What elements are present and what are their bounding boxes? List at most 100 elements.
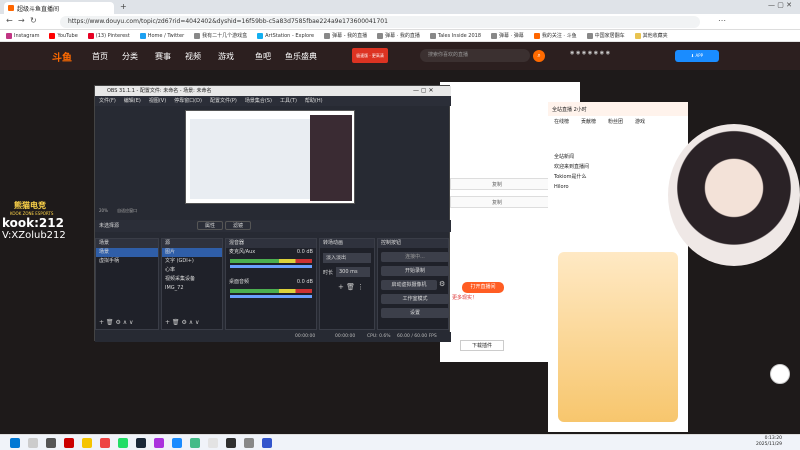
- download-plugin-button[interactable]: 下载插件: [460, 340, 504, 351]
- app-icon[interactable]: [100, 438, 110, 448]
- promo-image[interactable]: [558, 252, 678, 422]
- menu-docks[interactable]: 停靠窗口(D): [174, 96, 202, 106]
- app-icon[interactable]: [154, 438, 164, 448]
- menu-help[interactable]: 帮助(H): [305, 96, 323, 106]
- studio-mode-button[interactable]: 工作室模式: [381, 294, 449, 304]
- steam-icon[interactable]: [136, 438, 146, 448]
- customer-service-icon[interactable]: [770, 364, 790, 384]
- windows-start-icon[interactable]: [10, 438, 20, 448]
- app-icon[interactable]: [190, 438, 200, 448]
- copy-button-1[interactable]: 复制: [492, 181, 502, 188]
- copy-button-2[interactable]: 复制: [492, 199, 502, 206]
- edge-icon[interactable]: [172, 438, 182, 448]
- bookmark-item[interactable]: Home / Twitter: [139, 32, 184, 39]
- source-item[interactable]: 心率: [162, 266, 222, 275]
- scene-item[interactable]: 场景: [96, 248, 158, 257]
- artstation-icon: [257, 32, 264, 39]
- properties-button[interactable]: 属性: [197, 221, 223, 230]
- menu-profile[interactable]: 配置文件(P): [210, 96, 237, 106]
- forward-icon[interactable]: →: [18, 16, 25, 25]
- system-clock: 0:13:20 2025/11/29: [756, 436, 782, 447]
- source-item[interactable]: 视频采集设备: [162, 275, 222, 284]
- bookmark-item[interactable]: 弹幕 - 我的直播: [324, 32, 367, 39]
- bookmark-icon: [377, 32, 384, 39]
- menu-file[interactable]: 文件(F): [99, 96, 116, 106]
- nav-category[interactable]: 分类: [122, 51, 138, 62]
- window-controls-icon[interactable]: — ▢ ✕: [768, 1, 792, 9]
- transition-buttons-icon[interactable]: + 🗑 ⋮: [338, 283, 364, 291]
- obs-icon[interactable]: [226, 438, 236, 448]
- new-tab-icon[interactable]: +: [120, 2, 127, 11]
- source-item[interactable]: 图片: [162, 248, 222, 257]
- gear-icon[interactable]: ⚙: [439, 280, 445, 288]
- open-live-button[interactable]: 打开直播间: [462, 282, 504, 293]
- record-button[interactable]: 开始录制: [381, 266, 449, 276]
- nav-fishbar[interactable]: 鱼吧: [255, 51, 271, 62]
- app-icon[interactable]: [118, 438, 128, 448]
- bookmark-item[interactable]: 我有二十几个游戏盒: [194, 32, 247, 39]
- extensions-icon[interactable]: ⋯: [718, 16, 726, 25]
- twitter-icon: [139, 32, 146, 39]
- bookmark-icon: [194, 32, 201, 39]
- stream-button[interactable]: 连接中...: [381, 252, 449, 262]
- controls-dock: 控制按钮 连接中... 开始录制 启动虚拟摄像机 ⚙ 工作室模式 设置: [377, 238, 449, 330]
- app-icon[interactable]: [244, 438, 254, 448]
- bookmark-folder[interactable]: 其他收藏夹: [634, 32, 668, 39]
- file-explorer-icon[interactable]: [82, 438, 92, 448]
- search-icon[interactable]: ⌕: [533, 50, 545, 62]
- source-toolbar-icons[interactable]: + 🗑 ⚙ ∧ ∨: [165, 319, 199, 326]
- bookmark-item[interactable]: YouTube: [49, 32, 78, 39]
- site-search-input[interactable]: 搜索你喜欢的直播: [420, 49, 530, 62]
- obs-window-controls-icon[interactable]: — ▢ ✕: [413, 87, 434, 94]
- nav-video[interactable]: 视频: [185, 51, 201, 62]
- nav-match[interactable]: 赛事: [155, 51, 171, 62]
- chat-tab[interactable]: 在线榜: [554, 118, 569, 128]
- volume-slider[interactable]: [230, 265, 312, 268]
- bookmark-item[interactable]: Tales Inside 2018: [429, 32, 481, 39]
- scene-item[interactable]: 虚拟手柄: [96, 257, 158, 266]
- chat-item: Hiloro: [554, 184, 569, 190]
- bookmark-item[interactable]: 中国家居翻车: [586, 32, 625, 39]
- scene-toolbar-icons[interactable]: + 🗑 ⚙ ∧ ∨: [99, 319, 133, 326]
- task-view-icon[interactable]: [46, 438, 56, 448]
- menu-edit[interactable]: 编辑(E): [124, 96, 141, 106]
- bookmark-item[interactable]: 弹幕 · 弹幕: [491, 32, 524, 39]
- zoom-control[interactable]: 20% 自适应窗口: [99, 208, 137, 214]
- duration-input[interactable]: 300 ms: [336, 267, 370, 277]
- filters-button[interactable]: 滤镜: [225, 221, 251, 230]
- nav-game[interactable]: 游戏: [218, 51, 234, 62]
- volume-slider[interactable]: [230, 295, 312, 298]
- search-icon[interactable]: [28, 438, 38, 448]
- transition-select[interactable]: 淡入淡出: [323, 253, 371, 263]
- bookmark-item[interactable]: Instagram: [6, 32, 39, 39]
- url-input[interactable]: https://www.douyu.com/topic/zd67rid=4042…: [60, 16, 700, 28]
- bookmark-item[interactable]: (13) Pinterest: [87, 32, 130, 39]
- chrome-icon[interactable]: [208, 438, 218, 448]
- reload-icon[interactable]: ↻: [30, 16, 37, 25]
- promo-badge[interactable]: 极速版 · 更高清: [352, 48, 388, 63]
- bookmark-item[interactable]: ArtStation - Explore: [257, 32, 314, 39]
- settings-button[interactable]: 设置: [381, 308, 449, 318]
- nav-user-icons[interactable]: ◉ ◉ ◉ ◉ ◉ ◉ ◉: [570, 50, 610, 56]
- obs-preview[interactable]: [185, 110, 355, 204]
- bookmark-item[interactable]: 我的关注 · 斗鱼: [533, 32, 577, 39]
- back-icon[interactable]: ←: [6, 16, 13, 25]
- app-icon[interactable]: [64, 438, 74, 448]
- browser-tab[interactable]: 超级斗鱼直播间: [4, 2, 114, 14]
- chat-tab[interactable]: 粉丝团: [608, 118, 623, 128]
- menu-tools[interactable]: 工具(T): [280, 96, 297, 106]
- app-icon[interactable]: [262, 438, 272, 448]
- virtual-camera-button[interactable]: 启动虚拟摄像机: [381, 280, 437, 290]
- obs-status-bar: 00:00:00 00:00:00 CPU: 0.6% 60.00 / 60.0…: [95, 332, 451, 342]
- source-item[interactable]: 文字 (GDI+): [162, 257, 222, 266]
- bookmark-item[interactable]: 弹幕 · 我的直播: [377, 32, 420, 39]
- chat-tab[interactable]: 贡献榜: [581, 118, 596, 128]
- chat-tab[interactable]: 游戏: [635, 118, 645, 128]
- nav-home[interactable]: 首页: [92, 51, 108, 62]
- menu-view[interactable]: 视图(V): [149, 96, 166, 106]
- client-download-button[interactable]: ⬇ APP: [675, 50, 719, 62]
- source-item[interactable]: IMG_72: [162, 284, 222, 293]
- site-logo[interactable]: 斗鱼: [52, 49, 72, 64]
- nav-festival[interactable]: 鱼乐盛典: [285, 51, 317, 62]
- menu-scene-collection[interactable]: 场景集合(S): [245, 96, 272, 106]
